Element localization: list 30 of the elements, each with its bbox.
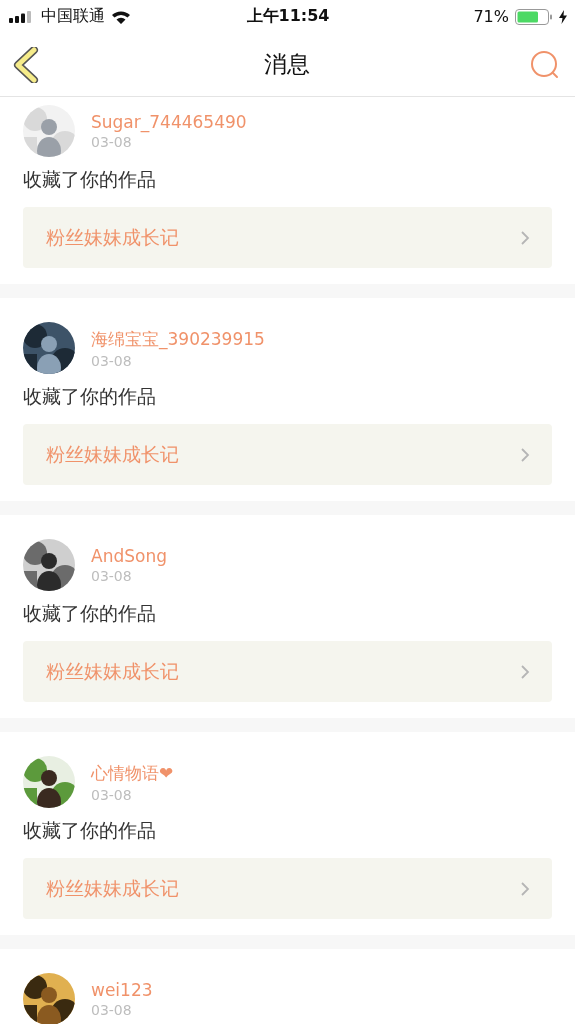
message-text: 收藏了你的作品 bbox=[23, 818, 157, 843]
message-date: 03-08 bbox=[91, 1002, 133, 1018]
user-name[interactable]: 海绵宝宝_390239915 bbox=[91, 327, 265, 351]
user-name[interactable]: Sugar_744465490 bbox=[91, 112, 247, 132]
message-date: 03-08 bbox=[91, 134, 133, 150]
user-name[interactable]: AndSong bbox=[91, 546, 167, 566]
battery-icon bbox=[515, 8, 553, 25]
chevron-right-icon bbox=[520, 663, 530, 680]
work-link[interactable]: 粉丝妹妹成长记 bbox=[23, 858, 552, 919]
wifi-icon bbox=[111, 9, 131, 24]
work-link[interactable]: 粉丝妹妹成长记 bbox=[23, 424, 552, 485]
carrier-name: 中国联通 bbox=[41, 6, 105, 27]
user-name[interactable]: wei123 bbox=[91, 980, 153, 1000]
work-link[interactable]: 粉丝妹妹成长记 bbox=[23, 207, 552, 268]
chevron-right-icon bbox=[520, 446, 530, 463]
work-link[interactable]: 粉丝妹妹成长记 bbox=[23, 641, 552, 702]
back-button[interactable] bbox=[12, 46, 40, 83]
chevron-right-icon bbox=[520, 880, 530, 897]
message-text: 收藏了你的作品 bbox=[23, 384, 157, 409]
chevron-right-icon bbox=[520, 229, 530, 246]
page-title: 消息 bbox=[263, 50, 310, 79]
message-date: 03-08 bbox=[91, 352, 133, 369]
message-text: 收藏了你的作品 bbox=[23, 601, 157, 626]
battery-percent: 71% bbox=[473, 7, 509, 26]
user-name[interactable]: 心情物语❤ bbox=[91, 761, 174, 785]
clock-time: 上午11:54 bbox=[246, 6, 330, 27]
message-date: 03-08 bbox=[91, 568, 133, 584]
message-date: 03-08 bbox=[91, 786, 133, 803]
message-text: 收藏了你的作品 bbox=[23, 167, 157, 192]
charging-icon bbox=[559, 9, 567, 24]
